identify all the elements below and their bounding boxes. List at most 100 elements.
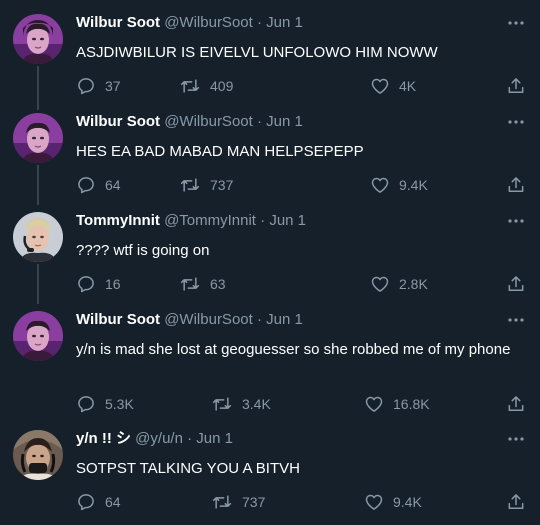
author-name[interactable]: TommyInnit — [76, 212, 160, 229]
heart-icon — [364, 492, 384, 512]
separator-dot: · — [187, 430, 193, 447]
like-count: 16.8K — [393, 396, 430, 412]
tweet-actions: 5.3K 3.4K 16.8K — [76, 393, 526, 415]
author-handle[interactable]: @WilburSoot — [164, 14, 253, 31]
retweet-icon — [179, 274, 201, 294]
retweet-icon — [211, 492, 233, 512]
like-button[interactable]: 16.8K — [364, 393, 430, 415]
reply-count: 64 — [105, 494, 121, 510]
like-count: 2.8K — [399, 276, 428, 292]
retweet-count: 737 — [210, 177, 234, 193]
share-icon — [506, 394, 526, 414]
more-horizontal-icon[interactable] — [506, 115, 526, 129]
separator-dot: · — [260, 212, 266, 229]
retweet-count: 63 — [210, 276, 226, 292]
share-icon — [506, 175, 526, 195]
separator-dot: · — [256, 311, 262, 328]
avatar-yn-icon[interactable] — [13, 430, 63, 480]
tweet-text: HES EA BAD MABAD MAN HELPSEPEPP — [76, 143, 364, 160]
avatar-tommy-icon[interactable] — [13, 212, 63, 262]
share-button[interactable] — [506, 174, 526, 196]
retweet-icon — [179, 76, 201, 96]
avatar-wilbur-icon[interactable] — [13, 14, 63, 64]
more-horizontal-icon[interactable] — [506, 214, 526, 228]
retweet-button[interactable]: 3.4K — [211, 393, 271, 415]
separator-dot: · — [256, 113, 262, 130]
like-count: 9.4K — [393, 494, 422, 510]
tweet[interactable]: Wilbur Soot @WilburSoot · Jun 1 HES EA B… — [0, 113, 540, 203]
tweet-text: SOTPST TALKING YOU A BITVH — [76, 460, 300, 477]
tweet-date[interactable]: Jun 1 — [269, 212, 306, 229]
like-button[interactable]: 9.4K — [370, 174, 428, 196]
share-button[interactable] — [506, 273, 526, 295]
reply-button[interactable]: 64 — [76, 491, 121, 513]
retweet-count: 737 — [242, 494, 266, 510]
retweet-button[interactable]: 63 — [179, 273, 226, 295]
tweet-text: ASJDIWBILUR IS EIVELVL UNFOLOWO HIM NOWW — [76, 44, 438, 61]
author-handle[interactable]: @WilburSoot — [164, 113, 253, 130]
retweet-count: 409 — [210, 78, 234, 94]
tweet-actions: 64 737 9.4K — [76, 491, 526, 513]
share-icon — [506, 76, 526, 96]
tweet[interactable]: Wilbur Soot @WilburSoot · Jun 1 y/n is m… — [0, 311, 540, 421]
tweet-actions: 37 409 4K — [76, 75, 526, 97]
like-button[interactable]: 4K — [370, 75, 416, 97]
more-horizontal-icon[interactable] — [506, 432, 526, 446]
reply-icon — [76, 76, 96, 96]
tweet-actions: 16 63 2.8K — [76, 273, 526, 295]
retweet-button[interactable]: 737 — [211, 491, 265, 513]
tweet-date[interactable]: Jun 1 — [266, 311, 303, 328]
avatar-wilbur-icon[interactable] — [13, 311, 63, 361]
reply-icon — [76, 394, 96, 414]
heart-icon — [370, 76, 390, 96]
reply-count: 37 — [105, 78, 121, 94]
reply-button[interactable]: 64 — [76, 174, 121, 196]
reply-count: 5.3K — [105, 396, 134, 412]
share-icon — [506, 274, 526, 294]
reply-icon — [76, 492, 96, 512]
like-count: 9.4K — [399, 177, 428, 193]
share-icon — [506, 492, 526, 512]
author-name[interactable]: Wilbur Soot — [76, 113, 160, 130]
more-horizontal-icon[interactable] — [506, 313, 526, 327]
share-button[interactable] — [506, 75, 526, 97]
reply-count: 16 — [105, 276, 121, 292]
reply-button[interactable]: 5.3K — [76, 393, 134, 415]
author-handle[interactable]: @WilburSoot — [164, 311, 253, 328]
tweet-actions: 64 737 9.4K — [76, 174, 526, 196]
heart-icon — [370, 274, 390, 294]
reply-icon — [76, 274, 96, 294]
tweet[interactable]: Wilbur Soot @WilburSoot · Jun 1 ASJDIWBI… — [0, 14, 540, 104]
avatar-wilbur-icon[interactable] — [13, 113, 63, 163]
retweet-icon — [211, 394, 233, 414]
share-button[interactable] — [506, 491, 526, 513]
author-handle[interactable]: @y/u/n — [135, 430, 183, 447]
reply-icon — [76, 175, 96, 195]
like-count: 4K — [399, 78, 417, 94]
tweet-date[interactable]: Jun 1 — [196, 430, 233, 447]
reply-count: 64 — [105, 177, 121, 193]
reply-button[interactable]: 16 — [76, 273, 121, 295]
heart-icon — [370, 175, 390, 195]
retweet-button[interactable]: 737 — [179, 174, 233, 196]
retweet-icon — [179, 175, 201, 195]
like-button[interactable]: 2.8K — [370, 273, 428, 295]
reply-button[interactable]: 37 — [76, 75, 121, 97]
share-button[interactable] — [506, 393, 526, 415]
more-horizontal-icon[interactable] — [506, 16, 526, 30]
author-name[interactable]: Wilbur Soot — [76, 311, 160, 328]
heart-icon — [364, 394, 384, 414]
separator-dot: · — [256, 14, 262, 31]
tweet-date[interactable]: Jun 1 — [266, 14, 303, 31]
tweet-text: y/n is mad she lost at geoguesser so she… — [76, 341, 511, 358]
tweet[interactable]: y/n !! シ @y/u/n · Jun 1 SOTPST TALKING Y… — [0, 430, 540, 520]
author-name[interactable]: y/n !! シ — [76, 430, 131, 447]
author-handle[interactable]: @TommyInnit — [164, 212, 256, 229]
like-button[interactable]: 9.4K — [364, 491, 422, 513]
retweet-button[interactable]: 409 — [179, 75, 233, 97]
tweet[interactable]: TommyInnit @TommyInnit · Jun 1 ???? wtf … — [0, 212, 540, 302]
author-name[interactable]: Wilbur Soot — [76, 14, 160, 31]
tweet-date[interactable]: Jun 1 — [266, 113, 303, 130]
tweet-text: ???? wtf is going on — [76, 242, 210, 259]
retweet-count: 3.4K — [242, 396, 271, 412]
